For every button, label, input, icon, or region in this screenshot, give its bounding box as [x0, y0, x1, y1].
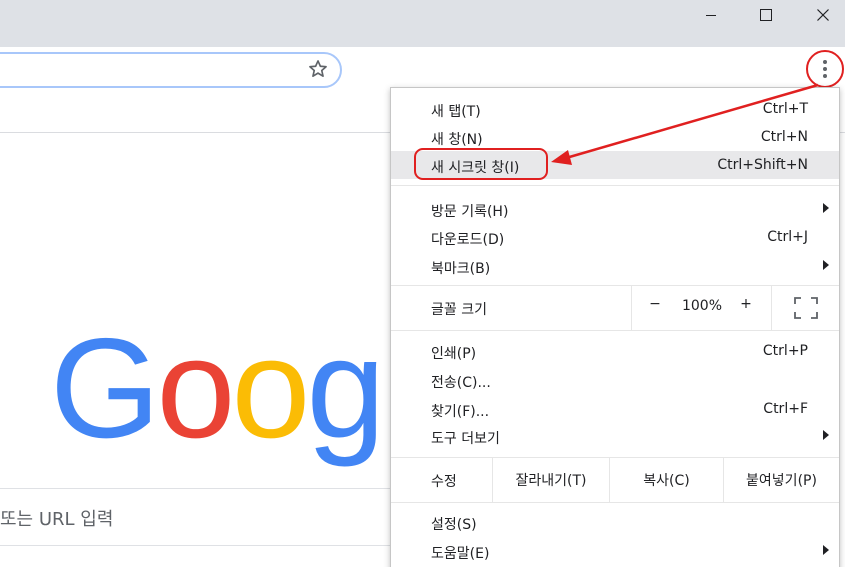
menu-item-find[interactable]: 찾기(F)... Ctrl+F: [391, 395, 839, 423]
menu-item-shortcut: Ctrl+F: [763, 401, 808, 417]
zoom-label: 글꼴 크기: [431, 302, 487, 318]
cut-button[interactable]: 잘라내기(T): [492, 458, 609, 502]
maximize-icon: [759, 9, 772, 21]
minimize-button[interactable]: [688, 0, 733, 30]
edit-label: 수정: [431, 474, 457, 490]
menu-item-label: 전송(C)...: [431, 375, 491, 391]
submenu-arrow-icon: [823, 430, 829, 440]
submenu-arrow-icon: [823, 545, 829, 555]
menu-item-label: 방문 기록(H): [431, 204, 509, 220]
menu-item-more-tools[interactable]: 도구 더보기: [391, 422, 839, 450]
menu-item-label: 도움말(E): [431, 546, 490, 562]
maximize-button[interactable]: [743, 0, 788, 30]
zoom-row: 글꼴 크기 − 100% +: [391, 286, 839, 330]
menu-item-shortcut: Ctrl+P: [762, 343, 808, 359]
zoom-divider: [771, 286, 772, 330]
menu-item-settings[interactable]: 설정(S): [391, 508, 839, 536]
logo-letter: g: [306, 309, 385, 468]
menu-separator: [391, 330, 839, 331]
zoom-out-button[interactable]: −: [641, 296, 669, 320]
menu-item-shortcut: Ctrl+N: [760, 129, 808, 145]
bookmark-star-icon[interactable]: [307, 58, 329, 80]
paste-button[interactable]: 붙여넣기(P): [723, 458, 839, 502]
menu-separator: [391, 185, 839, 186]
zoom-value: 100%: [681, 298, 723, 314]
menu-item-label: 북마크(B): [431, 261, 491, 277]
logo-letter: o: [156, 309, 235, 468]
submenu-arrow-icon: [823, 203, 829, 213]
menu-item-help[interactable]: 도움말(E): [391, 537, 839, 565]
address-bar[interactable]: [0, 52, 342, 88]
menu-item-shortcut: Ctrl+Shift+N: [717, 157, 808, 173]
menu-item-downloads[interactable]: 다운로드(D) Ctrl+J: [391, 223, 839, 251]
submenu-arrow-icon: [823, 260, 829, 270]
menu-item-shortcut: Ctrl+T: [762, 101, 808, 117]
menu-item-new-window[interactable]: 새 창(N) Ctrl+N: [391, 123, 839, 151]
menu-item-label: 새 탭(T): [431, 104, 481, 120]
menu-item-label: 새 창(N): [431, 132, 483, 148]
incognito-item-highlight: [414, 148, 548, 180]
menu-button-highlight: [806, 50, 844, 88]
zoom-divider: [631, 286, 632, 330]
fullscreen-icon[interactable]: [794, 297, 818, 319]
copy-button[interactable]: 복사(C): [609, 458, 723, 502]
menu-item-bookmarks[interactable]: 북마크(B): [391, 252, 839, 280]
logo-letter: o: [231, 309, 310, 468]
menu-item-label: 인쇄(P): [431, 346, 477, 362]
close-icon: [816, 9, 829, 21]
menu-item-label: 도구 더보기: [431, 431, 500, 447]
logo-letter: G: [50, 309, 160, 468]
menu-item-label: 설정(S): [431, 517, 477, 533]
menu-item-print[interactable]: 인쇄(P) Ctrl+P: [391, 337, 839, 365]
menu-item-label: 찾기(F)...: [431, 404, 490, 420]
minimize-icon: [705, 15, 716, 16]
menu-item-history[interactable]: 방문 기록(H): [391, 195, 839, 223]
title-bar: [0, 0, 845, 47]
edit-row: 수정 잘라내기(T) 복사(C) 붙여넣기(P): [391, 458, 839, 502]
menu-item-shortcut: Ctrl+J: [767, 229, 808, 245]
menu-item-label: 다운로드(D): [431, 232, 505, 248]
menu-separator: [391, 502, 839, 503]
close-button[interactable]: [800, 0, 845, 30]
search-placeholder: 또는 URL 입력: [0, 509, 114, 530]
zoom-in-button[interactable]: +: [733, 296, 759, 320]
menu-item-new-tab[interactable]: 새 탭(T) Ctrl+T: [391, 95, 839, 123]
menu-item-cast[interactable]: 전송(C)...: [391, 366, 839, 394]
